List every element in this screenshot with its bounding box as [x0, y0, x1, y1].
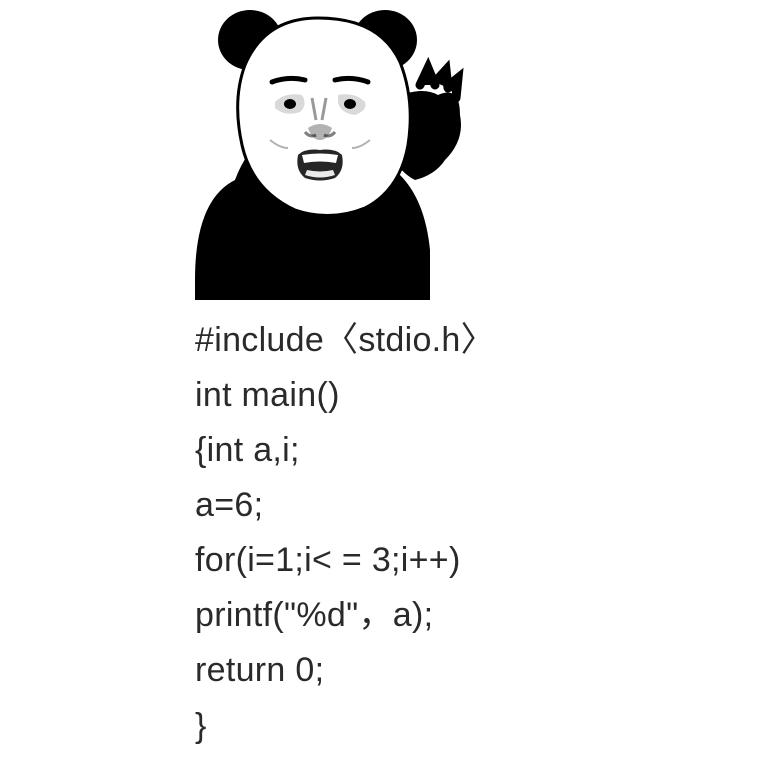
code-line-2: int main(): [195, 368, 495, 423]
code-snippet: #include〈stdio.h〉 int main() {int a,i; a…: [195, 313, 495, 754]
code-line-3: {int a,i;: [195, 423, 495, 478]
code-line-8: }: [195, 699, 495, 754]
code-line-6: printf("%d"，a);: [195, 588, 495, 643]
code-line-7: return 0;: [195, 643, 495, 698]
code-line-4: a=6;: [195, 478, 495, 533]
panda-meme-image: [190, 0, 470, 300]
code-line-5: for(i=1;i< = 3;i++): [195, 533, 495, 588]
code-line-1: #include〈stdio.h〉: [195, 313, 495, 368]
